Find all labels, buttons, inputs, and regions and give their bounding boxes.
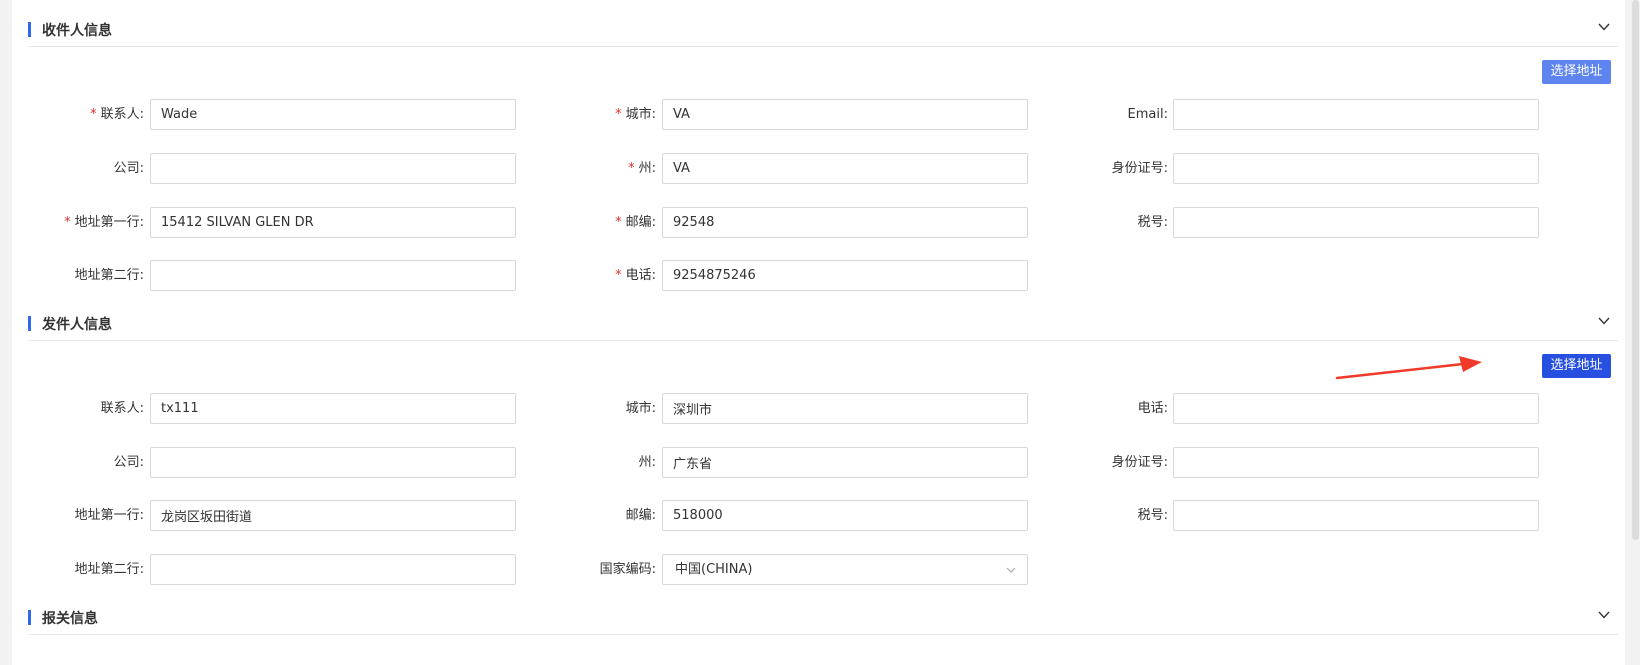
customs-section-header[interactable]: 报关信息 <box>28 600 1618 635</box>
scrollbar-thumb[interactable] <box>1632 0 1639 540</box>
sender-state-label: 州: <box>638 455 656 470</box>
vertical-scrollbar[interactable] <box>1631 0 1640 665</box>
sender-city-input[interactable] <box>662 393 1028 424</box>
recipient-state-label: * 州: <box>628 161 656 176</box>
recipient-section-title: 收件人信息 <box>42 23 112 39</box>
recipient-row-3: *地址第一行: *邮编: 税号: <box>12 207 1625 239</box>
sender-city-label: 城市: <box>625 401 656 416</box>
sender-company-label: 公司: <box>113 455 144 470</box>
sender-row-1: 联系人: 城市: 电话: <box>12 393 1625 425</box>
country-code-select[interactable]: 中国(CHINA) <box>662 554 1028 585</box>
recipient-id-number-label: 身份证号: <box>1111 161 1168 176</box>
recipient-address2-label: 地址第二行: <box>74 268 144 283</box>
recipient-id-number-input[interactable] <box>1173 153 1539 184</box>
required-mark: * <box>615 215 622 230</box>
recipient-tax-number-label: 税号: <box>1137 215 1168 230</box>
recipient-phone-input[interactable] <box>662 260 1028 291</box>
recipient-zip-label: * 邮编: <box>615 215 656 230</box>
required-mark: * <box>90 107 97 122</box>
sender-address2-input[interactable] <box>150 554 516 585</box>
recipient-phone-label: * 电话: <box>615 268 656 283</box>
required-mark: * <box>615 268 622 283</box>
sender-row-3: 地址第一行: 邮编: 税号: <box>12 500 1625 532</box>
section-accent-bar <box>28 610 31 625</box>
recipient-row-1: *联系人: *城市: Email: <box>12 99 1625 131</box>
sender-row-4: 地址第二行: 国家编码: 中国(CHINA) <box>12 554 1625 586</box>
recipient-company-label: 公司: <box>113 161 144 176</box>
recipient-address1-input[interactable] <box>150 207 516 238</box>
required-mark: * <box>615 107 622 122</box>
recipient-contact-label: * 联系人: <box>90 107 144 122</box>
recipient-city-input[interactable] <box>662 99 1028 130</box>
section-accent-bar <box>28 22 31 37</box>
sender-address2-label: 地址第二行: <box>74 562 144 577</box>
sender-state-input[interactable] <box>662 447 1028 478</box>
sender-id-number-input[interactable] <box>1173 447 1539 478</box>
recipient-section-header[interactable]: 收件人信息 <box>28 12 1618 47</box>
recipient-zip-input[interactable] <box>662 207 1028 238</box>
sender-country-code-label: 国家编码: <box>599 562 656 577</box>
form-panel: 收件人信息 选择地址 *联系人: *城市: Email: 公司: *州: 身份证… <box>12 0 1625 665</box>
sender-contact-label: 联系人: <box>100 401 144 416</box>
section-accent-bar <box>28 316 31 331</box>
recipient-contact-input[interactable] <box>150 99 516 130</box>
country-code-selected-value: 中国(CHINA) <box>675 562 753 577</box>
sender-address1-input[interactable] <box>150 500 516 531</box>
recipient-email-input[interactable] <box>1173 99 1539 130</box>
recipient-email-label: Email: <box>1127 107 1168 122</box>
sender-row-2: 公司: 州: 身份证号: <box>12 447 1625 479</box>
required-mark: * <box>64 215 71 230</box>
sender-contact-input[interactable] <box>150 393 516 424</box>
recipient-address1-label: * 地址第一行: <box>64 215 144 230</box>
sender-tax-number-label: 税号: <box>1137 508 1168 523</box>
recipient-city-label: * 城市: <box>615 107 656 122</box>
chevron-down-icon[interactable] <box>1596 607 1612 623</box>
red-arrow-icon <box>1335 356 1482 380</box>
sender-section-header[interactable]: 发件人信息 <box>28 306 1618 341</box>
chevron-down-icon[interactable] <box>1596 313 1612 329</box>
chevron-down-icon[interactable] <box>1596 19 1612 35</box>
recipient-tax-number-input[interactable] <box>1173 207 1539 238</box>
sender-section-title: 发件人信息 <box>42 317 112 333</box>
sender-zip-input[interactable] <box>662 500 1028 531</box>
customs-section-title: 报关信息 <box>42 611 98 627</box>
recipient-row-4: 地址第二行: * 电话: <box>12 260 1625 292</box>
sender-address1-label: 地址第一行: <box>74 508 144 523</box>
sender-phone-input[interactable] <box>1173 393 1539 424</box>
chevron-down-icon <box>1006 567 1016 573</box>
required-mark: * <box>628 161 635 176</box>
recipient-row-2: 公司: *州: 身份证号: <box>12 153 1625 185</box>
recipient-state-input[interactable] <box>662 153 1028 184</box>
sender-phone-label: 电话: <box>1137 401 1168 416</box>
sender-company-input[interactable] <box>150 447 516 478</box>
recipient-address2-input[interactable] <box>150 260 516 291</box>
sender-tax-number-input[interactable] <box>1173 500 1539 531</box>
sender-id-number-label: 身份证号: <box>1111 455 1168 470</box>
sender-select-address-button[interactable]: 选择地址 <box>1542 354 1611 378</box>
sender-zip-label: 邮编: <box>625 508 656 523</box>
recipient-select-address-button[interactable]: 选择地址 <box>1542 60 1611 84</box>
recipient-company-input[interactable] <box>150 153 516 184</box>
